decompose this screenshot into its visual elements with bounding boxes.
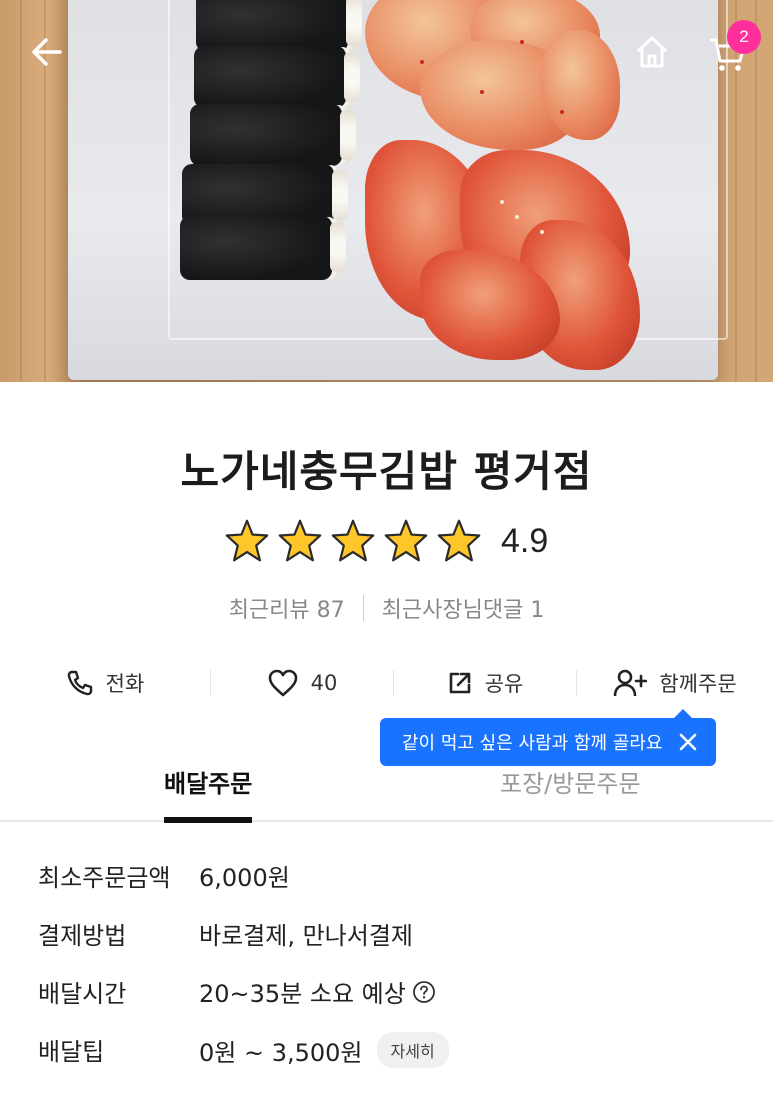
add-person-icon bbox=[614, 669, 648, 697]
call-label: 전화 bbox=[105, 672, 145, 696]
tab-delivery[interactable]: 배달주문 bbox=[164, 764, 253, 823]
share-icon bbox=[449, 672, 470, 694]
phone-icon bbox=[67, 670, 92, 696]
recent-reviews-link[interactable]: 최근리뷰 87 bbox=[229, 592, 345, 624]
review-summary: 최근리뷰 87 최근사장님댓글 1 bbox=[0, 592, 773, 624]
home-icon bbox=[636, 36, 668, 68]
group-order-label: 함께주문 bbox=[659, 672, 737, 696]
info-label: 배달시간 bbox=[38, 980, 127, 1008]
heart-icon bbox=[268, 669, 297, 697]
star-icon bbox=[331, 519, 375, 562]
action-bar: 전화 40 공유 함께주문 bbox=[0, 660, 773, 706]
info-value-wrap: 0원 ~ 3,500원 자세히 bbox=[199, 1032, 449, 1068]
info-value: 0원 ~ 3,500원 bbox=[199, 1038, 363, 1067]
info-value-wrap: 20~35분 소요 예상 bbox=[199, 974, 436, 1009]
star-icon bbox=[384, 519, 428, 562]
like-button[interactable]: 40 bbox=[211, 668, 393, 698]
share-label: 공유 bbox=[484, 672, 524, 696]
call-button[interactable]: 전화 bbox=[0, 668, 210, 698]
close-icon[interactable] bbox=[676, 730, 700, 754]
store-page: 2 노가네충무김밥 평거점 4.9 최근리뷰 87 최근사장님댓글 1 전화 4… bbox=[0, 0, 773, 1101]
like-count: 40 bbox=[310, 671, 338, 695]
group-order-tooltip: 같이 먹고 싶은 사람과 함께 골라요 bbox=[380, 709, 716, 766]
star-icon bbox=[278, 519, 322, 562]
arrow-left-icon bbox=[32, 38, 62, 66]
delivery-tip-detail-button[interactable]: 자세히 bbox=[376, 1032, 449, 1068]
order-type-tabs: 배달주문 포장/방문주문 bbox=[0, 760, 773, 823]
info-label: 배달팁 bbox=[38, 1038, 105, 1066]
tooltip-text: 같이 먹고 싶은 사람과 함께 골라요 bbox=[402, 733, 663, 754]
star-icon bbox=[225, 519, 269, 562]
home-button[interactable] bbox=[630, 30, 674, 74]
question-circle-icon[interactable] bbox=[412, 980, 436, 1004]
owner-replies-link[interactable]: 최근사장님댓글 1 bbox=[382, 592, 545, 624]
share-button[interactable]: 공유 bbox=[394, 668, 576, 698]
cart-count-badge: 2 bbox=[727, 20, 761, 54]
store-hero-photo: 2 bbox=[0, 0, 773, 382]
info-label: 결제방법 bbox=[38, 922, 127, 950]
star-icon bbox=[437, 519, 481, 562]
group-order-button[interactable]: 함께주문 bbox=[577, 668, 773, 698]
rating-value: 4.9 bbox=[501, 521, 549, 560]
info-value: 20~35분 소요 예상 bbox=[199, 980, 406, 1008]
info-label: 최소주문금액 bbox=[38, 864, 171, 892]
rating-row: 4.9 bbox=[224, 516, 548, 566]
store-name: 노가네충무김밥 평거점 bbox=[180, 447, 593, 496]
divider bbox=[362, 595, 364, 621]
back-button[interactable] bbox=[25, 30, 69, 74]
info-value: 바로결제, 만나서결제 bbox=[199, 922, 413, 950]
info-value: 6,000원 bbox=[199, 864, 290, 892]
tab-pickup[interactable]: 포장/방문주문 bbox=[500, 764, 641, 817]
